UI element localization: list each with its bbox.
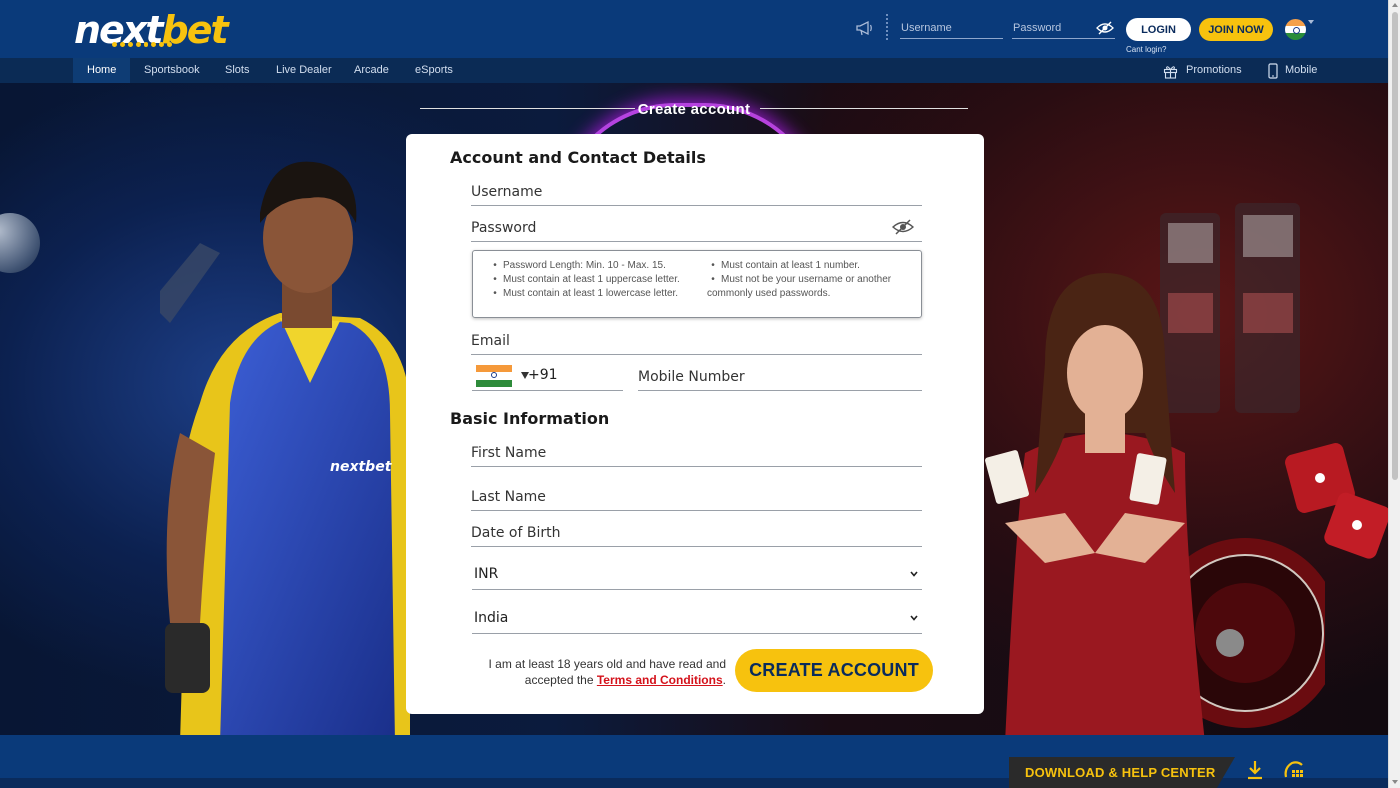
top-header: nextbet LOGIN JOIN NOW Cant login? [0,0,1388,58]
mobile-link[interactable]: Mobile [1285,58,1317,83]
phone-code-value: +91 [528,367,558,383]
logo-dots [112,42,172,48]
download-icon[interactable] [1246,760,1264,780]
svg-text:nextbet: nextbet [330,459,393,475]
terms-text-line2: accepted the [524,673,594,687]
chevron-down-icon [910,571,918,577]
terms-agreement-text: I am at least 18 years old and have read… [446,656,727,688]
password-rule: Must contain at least 1 number. [705,259,917,273]
terms-and-conditions-link[interactable]: Terms and Conditions [597,673,723,687]
password-label: Password [471,220,537,236]
help-center-icon[interactable] [1283,760,1305,780]
scroll-up-arrow-icon[interactable] [1392,3,1398,7]
date-of-birth-field[interactable]: Date of Birth [471,515,922,547]
main-nav: Home Sportsbook Slots Live Dealer Arcade… [0,58,1388,83]
first-name-label: First Name [471,445,547,461]
cricket-player-image: nextbet [160,161,410,735]
password-rule-continued: commonly used passwords. [707,288,831,299]
currency-select[interactable]: INR [472,556,922,590]
mobile-number-label: Mobile Number [638,369,745,385]
nav-item-slots[interactable]: Slots [225,58,249,83]
section-title-basic: Basic Information [450,409,610,428]
page-title: Create account [637,101,751,118]
promotions-link[interactable]: Promotions [1186,58,1242,83]
chevron-down-icon[interactable] [1308,20,1314,24]
password-rule: Must contain at least 1 lowercase letter… [487,287,702,301]
login-button[interactable]: LOGIN [1126,18,1191,41]
email-field[interactable]: Email [471,323,922,355]
nav-item-live-dealer[interactable]: Live Dealer [276,58,332,83]
password-requirements-box: Password Length: Min. 10 - Max. 15. Must… [472,250,922,318]
join-now-button[interactable]: JOIN NOW [1199,18,1273,41]
last-name-label: Last Name [471,489,546,505]
scroll-down-arrow-icon[interactable] [1392,780,1398,784]
date-of-birth-label: Date of Birth [471,525,561,541]
create-account-button[interactable]: CREATE ACCOUNT [735,649,933,692]
header-username-input[interactable] [900,20,1003,39]
download-help-center-label[interactable]: DOWNLOAD & HELP CENTER [1025,765,1216,780]
password-rules-right: Must contain at least 1 number. Must not… [705,259,917,301]
terms-period: . [722,673,726,687]
nav-item-esports[interactable]: eSports [415,58,453,83]
casino-dealer-image [985,273,1205,735]
currency-value: INR [474,566,499,582]
nav-item-home[interactable]: Home [73,58,131,83]
registration-form-card: Account and Contact Details Username Pas… [406,134,984,714]
page-scrollbar[interactable] [1388,0,1400,788]
india-flag-icon[interactable] [1285,19,1306,40]
gift-icon[interactable] [1163,64,1178,79]
country-select[interactable]: India [472,600,922,634]
username-label: Username [471,184,543,200]
mobile-number-field[interactable]: Mobile Number [638,356,922,391]
email-label: Email [471,333,510,349]
password-rule: Must contain at least 1 uppercase letter… [487,273,702,287]
cricket-ball-image [0,213,40,273]
password-rule: Must not be your username or another [705,273,917,287]
eye-hidden-icon[interactable] [1096,21,1114,35]
india-flag-icon [476,365,512,387]
header-divider [886,14,888,40]
nav-item-arcade[interactable]: Arcade [354,58,389,83]
username-field[interactable]: Username [471,174,922,206]
mobile-phone-icon[interactable] [1268,63,1278,79]
password-field[interactable]: Password [471,210,922,242]
last-name-field[interactable]: Last Name [471,479,922,511]
cant-login-link[interactable]: Cant login? [1126,45,1166,54]
password-rules-left: Password Length: Min. 10 - Max. 15. Must… [487,259,702,301]
phone-country-code-select[interactable]: +91 [472,356,623,391]
country-value: India [474,610,509,626]
chevron-down-icon [910,615,918,621]
password-rule: Password Length: Min. 10 - Max. 15. [487,259,702,273]
nav-item-sportsbook[interactable]: Sportsbook [144,58,200,83]
scrollbar-thumb[interactable] [1392,12,1398,480]
eye-hidden-icon[interactable] [892,219,914,235]
section-title-account: Account and Contact Details [450,148,706,167]
terms-text-line1: I am at least 18 years old and have read… [488,657,727,671]
first-name-field[interactable]: First Name [471,435,922,467]
megaphone-icon[interactable] [855,19,875,37]
